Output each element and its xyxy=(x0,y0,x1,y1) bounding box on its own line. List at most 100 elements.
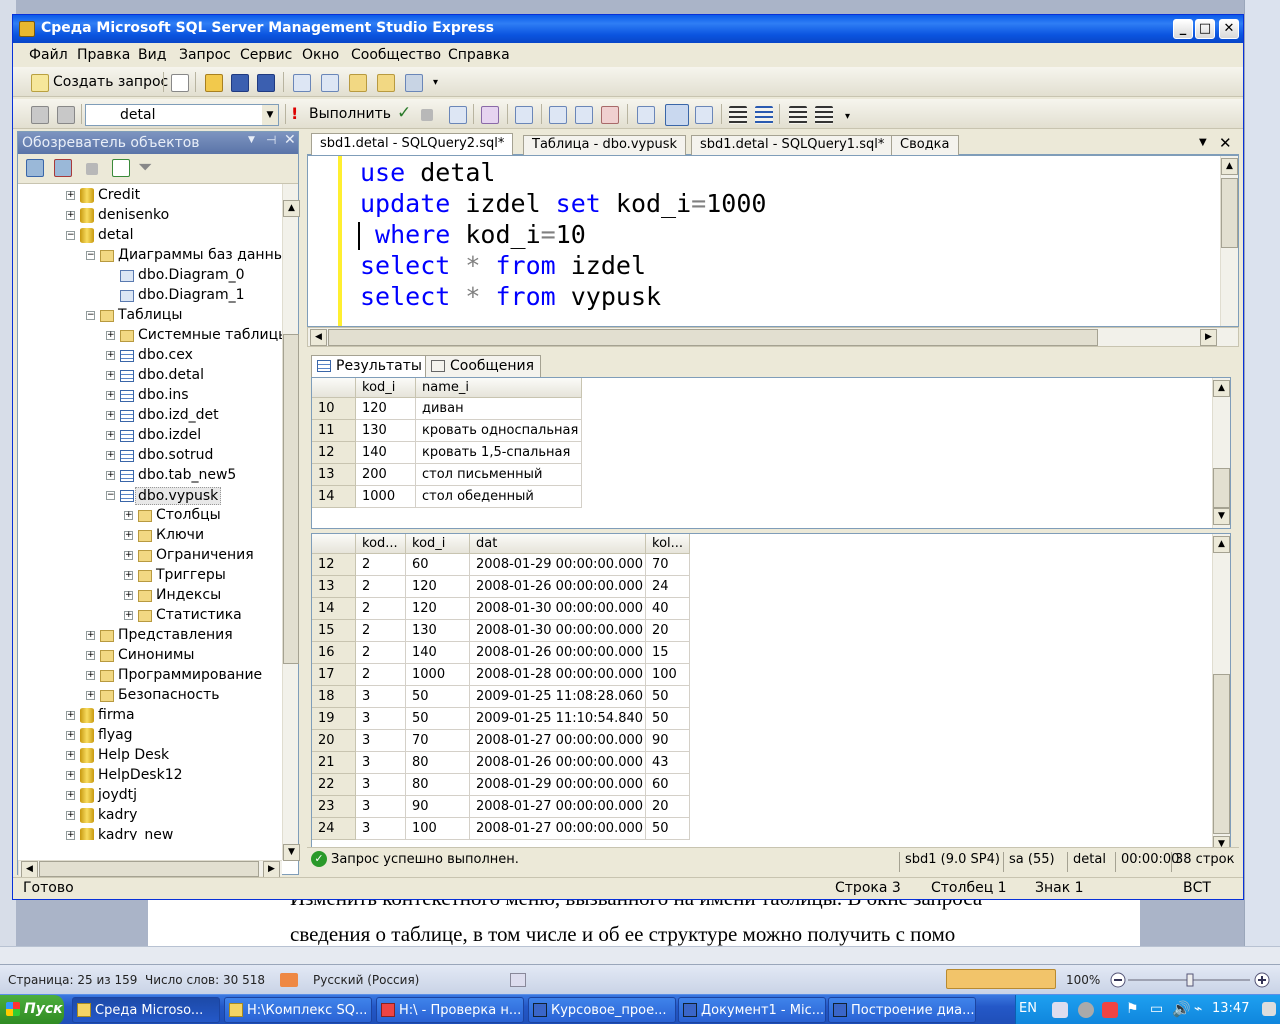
db-engine-query-icon[interactable] xyxy=(293,74,311,92)
tray-flag-icon[interactable]: ⚑ xyxy=(1126,1001,1139,1017)
grid-cell[interactable]: 130 xyxy=(356,420,416,442)
grid-scroll-thumb[interactable] xyxy=(1213,468,1230,508)
grid-row-number[interactable]: 16 xyxy=(312,642,356,664)
grid-cell[interactable]: 3 xyxy=(356,818,406,840)
grid-cell[interactable]: 2008-01-27 00:00:00.000 xyxy=(470,730,646,752)
expand-icon[interactable]: + xyxy=(106,331,115,340)
tree-horizontal-scrollbar[interactable]: ◀ ▶ xyxy=(18,860,282,878)
grid-cell[interactable]: 2009-01-25 11:10:54.840 xyxy=(470,708,646,730)
grid-row-number[interactable]: 12 xyxy=(312,442,356,464)
grid-column-header[interactable]: kod_i xyxy=(356,378,416,398)
grid-cell[interactable]: 120 xyxy=(356,398,416,420)
task-check[interactable]: H:\ - Проверка н... xyxy=(376,997,524,1023)
results-to-grid-icon[interactable] xyxy=(665,104,689,126)
grid-cell[interactable]: 2 xyxy=(356,598,406,620)
grid-cell[interactable]: 2008-01-26 00:00:00.000 xyxy=(470,642,646,664)
expand-icon[interactable]: + xyxy=(106,411,115,420)
grid-cell[interactable]: 3 xyxy=(356,730,406,752)
editor-scroll-thumb[interactable] xyxy=(1221,178,1238,248)
save-icon[interactable] xyxy=(231,74,249,92)
view-buttons[interactable] xyxy=(946,969,1056,989)
tray-clock[interactable]: 13:47 xyxy=(1212,1001,1249,1016)
dmx-query-icon[interactable] xyxy=(377,74,395,92)
grid-row-number[interactable]: 19 xyxy=(312,708,356,730)
grid-cell[interactable]: 2 xyxy=(356,576,406,598)
grid-cell[interactable]: 2 xyxy=(356,554,406,576)
execute-button[interactable]: Выполнить xyxy=(309,106,391,122)
grid-cell[interactable]: 2008-01-30 00:00:00.000 xyxy=(470,598,646,620)
refresh-icon[interactable] xyxy=(112,159,130,177)
editor-scroll-up-icon[interactable]: ▲ xyxy=(1221,158,1238,175)
scroll-left-icon[interactable]: ◀ xyxy=(21,861,38,878)
expand-icon[interactable]: + xyxy=(106,451,115,460)
grid-corner[interactable] xyxy=(312,534,356,554)
grid-row-number[interactable]: 23 xyxy=(312,796,356,818)
minimize-button[interactable]: _ xyxy=(1173,19,1193,39)
close-button[interactable]: ✕ xyxy=(1219,19,1239,39)
expand-icon[interactable]: + xyxy=(66,731,75,740)
grid-row-number[interactable]: 24 xyxy=(312,818,356,840)
display-plan-icon[interactable] xyxy=(449,106,467,124)
grid-cell[interactable]: 3 xyxy=(356,708,406,730)
toolbar2-overflow-icon[interactable]: ▾ xyxy=(845,111,850,122)
grid-cell[interactable]: 120 xyxy=(406,576,470,598)
database-select[interactable]: detal ▼ xyxy=(85,104,279,126)
word-language[interactable]: Русский (Россия) xyxy=(313,973,419,987)
tab-summary[interactable]: Сводка xyxy=(891,135,959,155)
grid-column-header[interactable]: kod_i xyxy=(406,534,470,554)
parse-check-icon[interactable]: ✓ xyxy=(397,103,411,123)
open-folder-icon[interactable] xyxy=(205,74,223,92)
word-zoom-level[interactable]: 100% xyxy=(1066,973,1100,987)
hscroll-thumb[interactable] xyxy=(39,861,259,877)
grid-cell[interactable]: 3 xyxy=(356,686,406,708)
collapse-icon[interactable]: − xyxy=(106,491,115,500)
grid-vertical-scrollbar[interactable]: ▲ ▼ xyxy=(1212,534,1230,856)
expand-icon[interactable]: + xyxy=(124,531,133,540)
expand-icon[interactable]: + xyxy=(86,631,95,640)
grid-cell[interactable]: 24 xyxy=(646,576,690,598)
grid-cell[interactable]: 140 xyxy=(406,642,470,664)
grid-cell[interactable]: 43 xyxy=(646,752,690,774)
tray-network-icon[interactable] xyxy=(1052,1002,1068,1018)
analysis-query-icon[interactable] xyxy=(321,74,339,92)
grid-cell[interactable]: 120 xyxy=(406,598,470,620)
grid-cell[interactable]: 20 xyxy=(646,796,690,818)
pin-icon[interactable]: ⊣ xyxy=(266,133,276,147)
expand-icon[interactable]: + xyxy=(106,431,115,440)
collapse-icon[interactable]: − xyxy=(66,231,75,240)
design-query-icon[interactable] xyxy=(481,106,499,124)
grid-cell[interactable]: 40 xyxy=(646,598,690,620)
expand-icon[interactable]: + xyxy=(124,591,133,600)
increase-indent-icon[interactable] xyxy=(815,106,833,124)
grid-scroll-thumb[interactable] xyxy=(1213,674,1230,834)
client-stats-icon[interactable] xyxy=(575,106,593,124)
grid-cell[interactable]: 50 xyxy=(406,686,470,708)
grid-cell[interactable]: 70 xyxy=(406,730,470,752)
grid-vertical-scrollbar[interactable]: ▲ ▼ xyxy=(1212,378,1230,528)
task-document1[interactable]: Документ1 - Mic... xyxy=(678,997,826,1023)
grid-row-number[interactable]: 15 xyxy=(312,620,356,642)
grid-cell[interactable]: 50 xyxy=(646,686,690,708)
grid-row-number[interactable]: 21 xyxy=(312,752,356,774)
grid-cell[interactable]: 80 xyxy=(406,752,470,774)
expand-icon[interactable]: + xyxy=(66,711,75,720)
chevron-down-icon[interactable]: ▼ xyxy=(262,105,278,125)
menu-view[interactable]: Вид xyxy=(138,47,166,63)
uncomment-icon[interactable] xyxy=(755,106,773,124)
grid-cell[interactable]: 15 xyxy=(646,642,690,664)
grid-column-header[interactable]: kod... xyxy=(356,534,406,554)
grid-cell[interactable]: 3 xyxy=(356,774,406,796)
expand-icon[interactable]: + xyxy=(86,691,95,700)
tab-table-vypusk[interactable]: Таблица - dbo.vypusk xyxy=(523,135,686,155)
zoom-slider[interactable] xyxy=(1110,972,1270,988)
grid-column-header[interactable]: dat xyxy=(470,534,646,554)
expand-icon[interactable]: + xyxy=(106,471,115,480)
results-to-text-icon[interactable] xyxy=(637,106,655,124)
grid-cell[interactable]: 2 xyxy=(356,664,406,686)
connect-object-icon[interactable] xyxy=(26,159,44,177)
results-grid-izdel[interactable]: kod_i name_i 10 120 диван 11 130 кровать односп… xyxy=(311,377,1231,529)
grid-row-number[interactable]: 11 xyxy=(312,420,356,442)
expand-icon[interactable]: + xyxy=(66,751,75,760)
tab-list-icon[interactable]: ▼ xyxy=(1199,137,1207,148)
grid-column-header[interactable]: kol... xyxy=(646,534,690,554)
